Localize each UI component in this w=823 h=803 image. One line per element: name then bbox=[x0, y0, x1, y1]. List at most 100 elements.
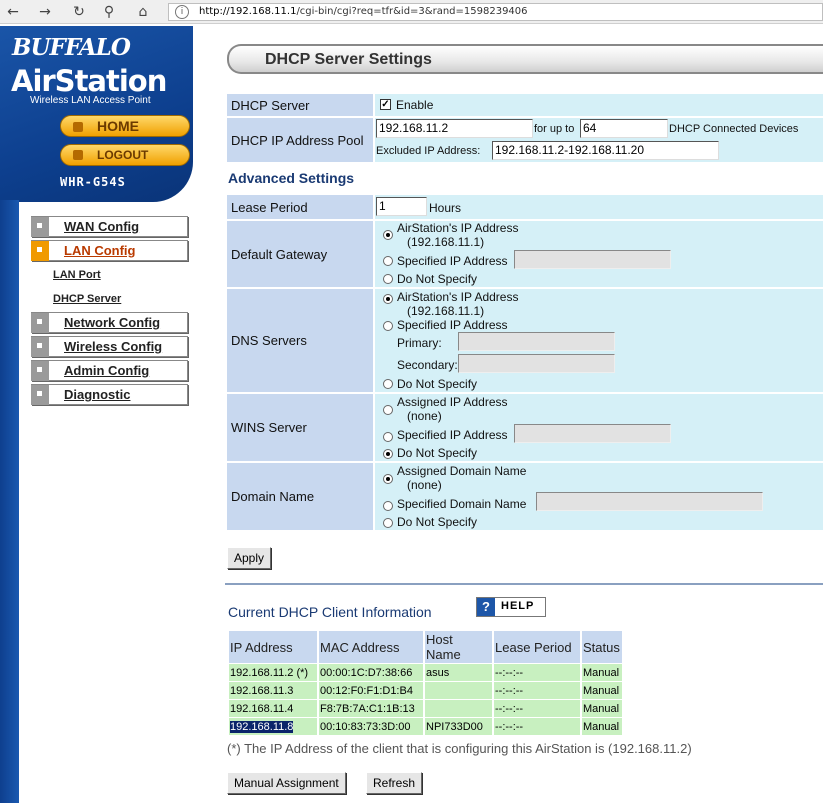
wins-none-radio[interactable] bbox=[383, 449, 393, 459]
domain-opt3-label: Do Not Specify bbox=[397, 515, 478, 529]
pool-count-input[interactable]: 64 bbox=[580, 119, 668, 138]
cell-host: asus bbox=[425, 664, 492, 681]
selected-ip-text: 192.168.11.8 bbox=[230, 720, 294, 733]
nav-label: Wireless Config bbox=[64, 339, 163, 354]
wins-server-value: Assigned IP Address (none) Specified IP … bbox=[375, 394, 823, 461]
wins-opt3-label: Do Not Specify bbox=[397, 446, 478, 460]
client-table: IP Address MAC Address Host Name Lease P… bbox=[227, 630, 624, 736]
nav-admin-config[interactable]: Admin Config bbox=[31, 360, 188, 381]
dns-opt1-label: AirStation's IP Address bbox=[397, 290, 519, 304]
cell-host bbox=[425, 700, 492, 717]
nav-lan-port[interactable]: LAN Port bbox=[53, 269, 101, 281]
home-button[interactable]: HOME bbox=[60, 115, 190, 137]
pool-start-input[interactable]: 192.168.11.2 bbox=[376, 119, 533, 138]
wins-ip-input[interactable] bbox=[514, 424, 671, 443]
wins-specified-radio[interactable] bbox=[383, 432, 393, 442]
back-arrow-icon[interactable]: ← bbox=[4, 3, 22, 21]
cell-status: Manual bbox=[582, 718, 622, 735]
cell-lease: --:--:-- bbox=[494, 718, 580, 735]
nav-bullet-icon bbox=[31, 337, 49, 357]
gateway-airstation-radio[interactable] bbox=[383, 230, 393, 240]
product-tagline: Wireless LAN Access Point bbox=[30, 95, 151, 106]
dns-servers-row: DNS Servers AirStation's IP Address (192… bbox=[227, 289, 823, 392]
help-button[interactable]: ? HELP bbox=[476, 597, 546, 617]
nav-lan-config[interactable]: LAN Config bbox=[31, 240, 188, 261]
column-header: IP Address bbox=[229, 631, 317, 663]
cell-mac: 00:12:F0:F1:D1:B4 bbox=[319, 682, 423, 699]
nav-bullet-icon bbox=[31, 361, 49, 381]
domain-assigned-radio[interactable] bbox=[383, 474, 393, 484]
logout-button[interactable]: LOGOUT bbox=[60, 144, 190, 166]
forward-arrow-icon[interactable]: → bbox=[36, 3, 54, 21]
domain-name-row: Domain Name Assigned Domain Name (none) … bbox=[227, 463, 823, 530]
enable-label: Enable bbox=[396, 98, 434, 112]
lease-period-value: 1 Hours bbox=[375, 195, 823, 219]
brand-logo: BUFFALO bbox=[12, 34, 131, 61]
lease-period-row: Lease Period 1 Hours bbox=[227, 195, 823, 219]
manual-assignment-button[interactable]: Manual Assignment bbox=[227, 772, 346, 794]
cell-mac: 00:10:83:73:3D:00 bbox=[319, 718, 423, 735]
dns-primary-input[interactable] bbox=[458, 332, 615, 351]
enable-checkbox[interactable]: ✓ bbox=[380, 99, 391, 110]
apply-button[interactable]: Apply bbox=[227, 547, 272, 569]
nav-diagnostic[interactable]: Diagnostic bbox=[31, 384, 188, 405]
site-info-icon[interactable]: i bbox=[175, 5, 189, 19]
cell-status: Manual bbox=[582, 664, 622, 681]
dns-none-radio[interactable] bbox=[383, 379, 393, 389]
column-header: Host Name bbox=[425, 631, 492, 663]
column-header: Lease Period bbox=[494, 631, 580, 663]
section-divider bbox=[225, 583, 823, 585]
domain-name-input[interactable] bbox=[536, 492, 763, 511]
nav-bullet-icon bbox=[31, 217, 49, 237]
lease-period-label: Lease Period bbox=[227, 195, 373, 219]
dns-specified-radio[interactable] bbox=[383, 321, 393, 331]
dhcp-server-row: DHCP Server ✓ Enable bbox=[227, 94, 823, 116]
key-icon[interactable]: ⚲ bbox=[100, 3, 118, 21]
reload-icon[interactable]: ↻ bbox=[70, 3, 88, 21]
nav-bullet-icon bbox=[31, 313, 49, 333]
table-row: 192.168.11.2 (*) 00:00:1C:D7:38:66 asus … bbox=[229, 664, 622, 681]
default-gateway-value: AirStation's IP Address (192.168.11.1) S… bbox=[375, 221, 823, 287]
browser-toolbar: ← → ↻ ⚲ ⌂ i http://192.168.11.1/cgi-bin/… bbox=[0, 0, 823, 24]
address-bar[interactable]: i http://192.168.11.1/cgi-bin/cgi?req=tf… bbox=[168, 3, 823, 21]
logout-bullet-icon bbox=[73, 150, 83, 160]
logout-label: LOGOUT bbox=[97, 148, 149, 162]
dns-opt2-label: Specified IP Address bbox=[397, 318, 508, 332]
cell-lease: --:--:-- bbox=[494, 664, 580, 681]
gateway-ip-input[interactable] bbox=[514, 250, 671, 269]
default-gateway-label: Default Gateway bbox=[227, 221, 373, 287]
cell-ip-selected: 192.168.11.8 bbox=[229, 718, 317, 735]
lease-period-input[interactable]: 1 bbox=[376, 197, 427, 216]
nav-wireless-config[interactable]: Wireless Config bbox=[31, 336, 188, 357]
connected-devices-label: DHCP Connected Devices bbox=[669, 123, 799, 135]
domain-opt2-label: Specified Domain Name bbox=[397, 497, 527, 511]
dhcp-server-value: ✓ Enable bbox=[375, 94, 823, 116]
sidebar-strip bbox=[0, 200, 19, 803]
domain-none-radio[interactable] bbox=[383, 518, 393, 528]
excluded-input[interactable]: 192.168.11.2-192.168.11.20 bbox=[492, 141, 719, 160]
dns-airstation-radio[interactable] bbox=[383, 294, 393, 304]
refresh-button[interactable]: Refresh bbox=[366, 772, 423, 794]
gateway-opt2-label: Specified IP Address bbox=[397, 254, 508, 268]
dns-servers-label: DNS Servers bbox=[227, 289, 373, 392]
gateway-none-radio[interactable] bbox=[383, 274, 393, 284]
gateway-specified-radio[interactable] bbox=[383, 256, 393, 266]
wins-assigned-radio[interactable] bbox=[383, 405, 393, 415]
nav-network-config[interactable]: Network Config bbox=[31, 312, 188, 333]
help-icon: ? bbox=[477, 598, 495, 616]
column-header: Status bbox=[582, 631, 622, 663]
wins-server-row: WINS Server Assigned IP Address (none) S… bbox=[227, 394, 823, 461]
model-name: WHR-G54S bbox=[60, 175, 126, 189]
home-icon[interactable]: ⌂ bbox=[134, 3, 152, 21]
dns-secondary-input[interactable] bbox=[458, 354, 615, 373]
nav-wan-config[interactable]: WAN Config bbox=[31, 216, 188, 237]
nav-label: Admin Config bbox=[64, 363, 150, 378]
nav-label: LAN Config bbox=[64, 243, 136, 258]
dhcp-pool-label: DHCP IP Address Pool bbox=[227, 118, 373, 162]
domain-name-label: Domain Name bbox=[227, 463, 373, 530]
nav-dhcp-server[interactable]: DHCP Server bbox=[53, 293, 121, 305]
cell-lease: --:--:-- bbox=[494, 682, 580, 699]
url-host: http://192.168.11.1 bbox=[199, 6, 297, 17]
nav-label: WAN Config bbox=[64, 219, 140, 234]
domain-specified-radio[interactable] bbox=[383, 501, 393, 511]
